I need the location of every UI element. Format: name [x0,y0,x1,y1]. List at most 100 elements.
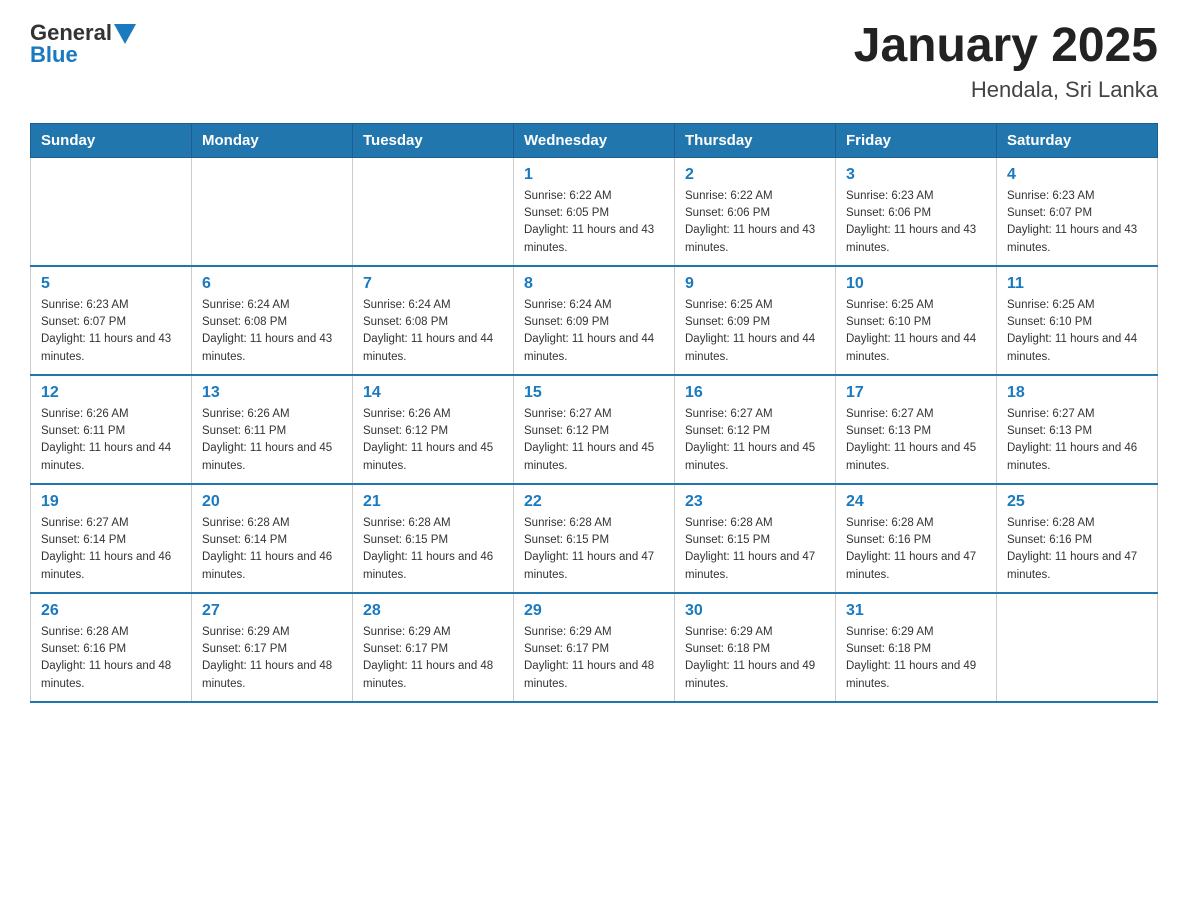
day-number: 26 [41,602,181,620]
calendar-body: 1 Sunrise: 6:22 AM Sunset: 6:05 PM Daylig… [31,157,1158,702]
calendar-cell: 10Sunrise: 6:25 AM Sunset: 6:10 PM Dayli… [836,266,997,375]
day-number: 20 [202,493,342,511]
day-info: Sunrise: 6:29 AM Sunset: 6:18 PM Dayligh… [685,624,825,693]
calendar-cell: 19 Sunrise: 6:27 AM Sunset: 6:14 PM Dayli… [31,484,192,593]
day-info: Sunrise: 6:26 AM Sunset: 6:12 PM Dayligh… [363,406,503,475]
day-info: Sunrise: 6:23 AM Sunset: 6:07 PM Dayligh… [41,297,181,366]
calendar-cell: 7Sunrise: 6:24 AM Sunset: 6:08 PM Daylig… [353,266,514,375]
day-info: Sunrise: 6:23 AM Sunset: 6:07 PM Dayligh… [1007,188,1147,257]
calendar-cell: 18 Sunrise: 6:27 AM Sunset: 6:13 PM Dayli… [997,375,1158,484]
day-info: Sunrise: 6:28 AM Sunset: 6:15 PM Dayligh… [524,515,664,584]
day-info: Sunrise: 6:24 AM Sunset: 6:08 PM Dayligh… [202,297,342,366]
day-info: Sunrise: 6:28 AM Sunset: 6:16 PM Dayligh… [846,515,986,584]
day-info: Sunrise: 6:25 AM Sunset: 6:10 PM Dayligh… [846,297,986,366]
day-number: 25 [1007,493,1147,511]
day-info: Sunrise: 6:23 AM Sunset: 6:06 PM Dayligh… [846,188,986,257]
day-number: 14 [363,384,503,402]
day-number: 12 [41,384,181,402]
day-number: 29 [524,602,664,620]
day-info: Sunrise: 6:28 AM Sunset: 6:14 PM Dayligh… [202,515,342,584]
calendar-cell [353,157,514,266]
header-wednesday: Wednesday [514,123,675,157]
calendar-cell: 12Sunrise: 6:26 AM Sunset: 6:11 PM Dayli… [31,375,192,484]
day-number: 13 [202,384,342,402]
page-header: General Blue January 2025 Hendala, Sri L… [30,20,1158,103]
logo-blue: Blue [30,42,78,68]
day-info: Sunrise: 6:27 AM Sunset: 6:12 PM Dayligh… [524,406,664,475]
calendar-cell: 24 Sunrise: 6:28 AM Sunset: 6:16 PM Dayli… [836,484,997,593]
day-info: Sunrise: 6:27 AM Sunset: 6:12 PM Dayligh… [685,406,825,475]
day-info: Sunrise: 6:25 AM Sunset: 6:09 PM Dayligh… [685,297,825,366]
day-number: 24 [846,493,986,511]
calendar-week-row: 12 Sunrise: 6:26 AM Sunset: 6:11 PM Dayli… [31,375,1158,484]
calendar-title: January 2025 [854,20,1158,73]
day-info: Sunrise: 6:29 AM Sunset: 6:17 PM Dayligh… [363,624,503,693]
day-info: Sunrise: 6:28 AM Sunset: 6:15 PM Dayligh… [363,515,503,584]
calendar-cell [997,593,1158,702]
header-thursday: Thursday [675,123,836,157]
day-number: 9 [685,275,825,293]
calendar-week-row: 19 Sunrise: 6:27 AM Sunset: 6:14 PM Dayli… [31,484,1158,593]
day-info: Sunrise: 6:29 AM Sunset: 6:18 PM Dayligh… [846,624,986,693]
weekday-header-row: Sunday Monday Tuesday Wednesday Thursday… [31,123,1158,157]
day-info: Sunrise: 6:22 AM Sunset: 6:06 PM Dayligh… [685,188,825,257]
calendar-week-row: 1 Sunrise: 6:22 AM Sunset: 6:05 PM Daylig… [31,157,1158,266]
day-number: 16 [685,384,825,402]
calendar-cell: 23 Sunrise: 6:28 AM Sunset: 6:15 PM Dayli… [675,484,836,593]
calendar-cell: 29 Sunrise: 6:29 AM Sunset: 6:17 PM Dayli… [514,593,675,702]
calendar-cell: 26Sunrise: 6:28 AM Sunset: 6:16 PM Dayli… [31,593,192,702]
header-tuesday: Tuesday [353,123,514,157]
day-number: 22 [524,493,664,511]
calendar-cell: 28 Sunrise: 6:29 AM Sunset: 6:17 PM Dayli… [353,593,514,702]
day-info: Sunrise: 6:22 AM Sunset: 6:05 PM Dayligh… [524,188,664,257]
calendar-cell: 1 Sunrise: 6:22 AM Sunset: 6:05 PM Daylig… [514,157,675,266]
title-block: January 2025 Hendala, Sri Lanka [854,20,1158,103]
calendar-cell: 6 Sunrise: 6:24 AM Sunset: 6:08 PM Daylig… [192,266,353,375]
day-info: Sunrise: 6:28 AM Sunset: 6:16 PM Dayligh… [1007,515,1147,584]
calendar-cell: 15 Sunrise: 6:27 AM Sunset: 6:12 PM Dayli… [514,375,675,484]
calendar-week-row: 5 Sunrise: 6:23 AM Sunset: 6:07 PM Daylig… [31,266,1158,375]
day-number: 15 [524,384,664,402]
day-number: 23 [685,493,825,511]
header-monday: Monday [192,123,353,157]
calendar-cell: 5 Sunrise: 6:23 AM Sunset: 6:07 PM Daylig… [31,266,192,375]
day-info: Sunrise: 6:27 AM Sunset: 6:13 PM Dayligh… [1007,406,1147,475]
calendar-cell [31,157,192,266]
calendar-cell: 25 Sunrise: 6:28 AM Sunset: 6:16 PM Dayli… [997,484,1158,593]
day-number: 19 [41,493,181,511]
day-number: 6 [202,275,342,293]
calendar-table: Sunday Monday Tuesday Wednesday Thursday… [30,123,1158,703]
calendar-cell: 3 Sunrise: 6:23 AM Sunset: 6:06 PM Daylig… [836,157,997,266]
day-number: 5 [41,275,181,293]
logo: General Blue [30,20,136,68]
calendar-cell: 13 Sunrise: 6:26 AM Sunset: 6:11 PM Dayli… [192,375,353,484]
calendar-header: Sunday Monday Tuesday Wednesday Thursday… [31,123,1158,157]
day-number: 28 [363,602,503,620]
day-info: Sunrise: 6:26 AM Sunset: 6:11 PM Dayligh… [202,406,342,475]
calendar-cell: 17Sunrise: 6:27 AM Sunset: 6:13 PM Dayli… [836,375,997,484]
day-info: Sunrise: 6:27 AM Sunset: 6:14 PM Dayligh… [41,515,181,584]
day-info: Sunrise: 6:29 AM Sunset: 6:17 PM Dayligh… [524,624,664,693]
calendar-cell: 22 Sunrise: 6:28 AM Sunset: 6:15 PM Dayli… [514,484,675,593]
calendar-cell: 8Sunrise: 6:24 AM Sunset: 6:09 PM Daylig… [514,266,675,375]
day-number: 1 [524,166,664,184]
day-number: 8 [524,275,664,293]
day-number: 17 [846,384,986,402]
day-info: Sunrise: 6:25 AM Sunset: 6:10 PM Dayligh… [1007,297,1147,366]
day-info: Sunrise: 6:28 AM Sunset: 6:15 PM Dayligh… [685,515,825,584]
day-number: 31 [846,602,986,620]
calendar-week-row: 26Sunrise: 6:28 AM Sunset: 6:16 PM Dayli… [31,593,1158,702]
day-number: 18 [1007,384,1147,402]
calendar-cell: 21Sunrise: 6:28 AM Sunset: 6:15 PM Dayli… [353,484,514,593]
day-info: Sunrise: 6:29 AM Sunset: 6:17 PM Dayligh… [202,624,342,693]
calendar-cell: 14 Sunrise: 6:26 AM Sunset: 6:12 PM Dayli… [353,375,514,484]
header-friday: Friday [836,123,997,157]
calendar-cell: 30Sunrise: 6:29 AM Sunset: 6:18 PM Dayli… [675,593,836,702]
day-number: 3 [846,166,986,184]
day-info: Sunrise: 6:24 AM Sunset: 6:08 PM Dayligh… [363,297,503,366]
day-number: 4 [1007,166,1147,184]
calendar-cell: 27 Sunrise: 6:29 AM Sunset: 6:17 PM Dayli… [192,593,353,702]
calendar-cell: 11Sunrise: 6:25 AM Sunset: 6:10 PM Dayli… [997,266,1158,375]
day-number: 27 [202,602,342,620]
calendar-cell: 4 Sunrise: 6:23 AM Sunset: 6:07 PM Daylig… [997,157,1158,266]
